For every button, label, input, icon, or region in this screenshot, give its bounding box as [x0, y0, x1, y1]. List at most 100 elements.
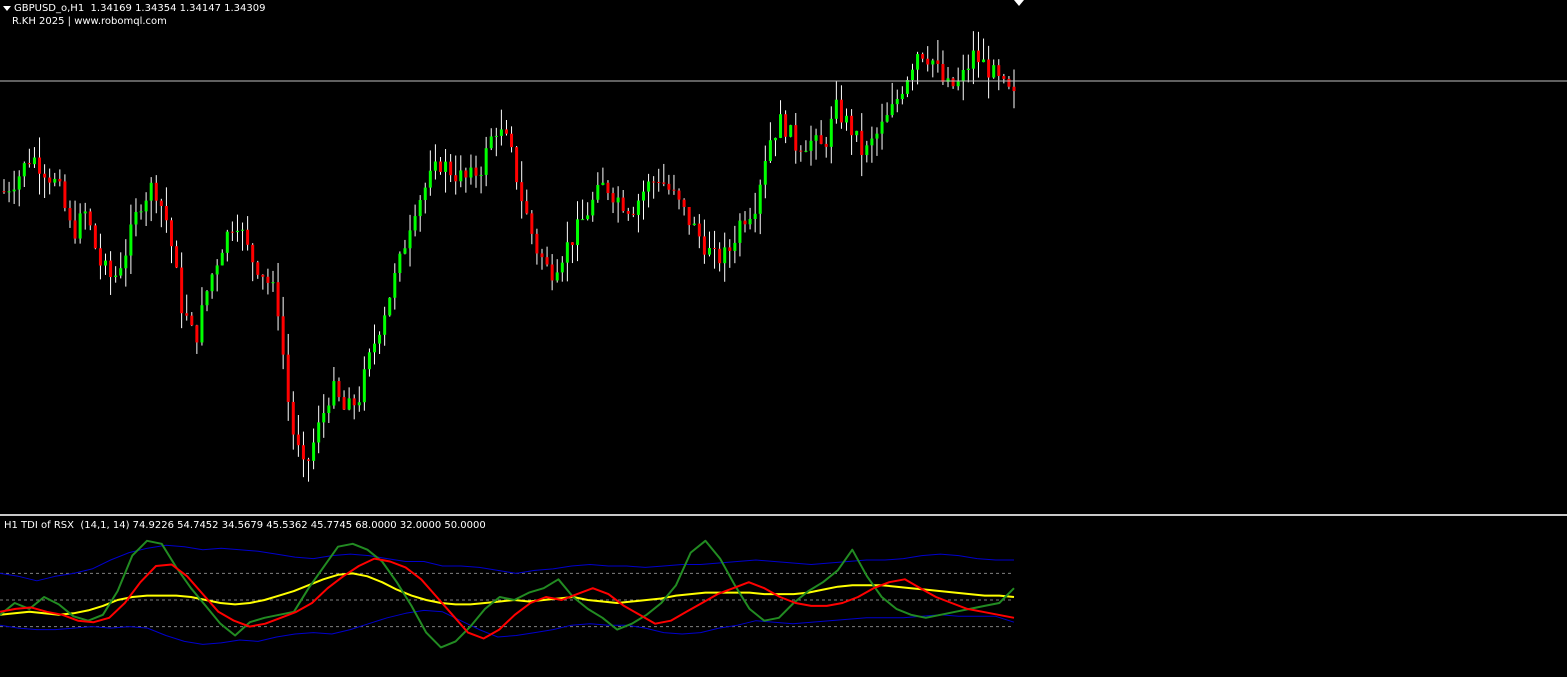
candle-body [880, 121, 884, 134]
candle-body [342, 397, 346, 410]
candle-body [444, 161, 448, 172]
candle-body [976, 50, 980, 63]
candle-body [631, 213, 635, 215]
candle-body [464, 170, 468, 178]
candle-body [322, 413, 326, 423]
tdi-indicator-chart [0, 539, 1015, 649]
candle-body [251, 244, 255, 263]
candle-body [312, 442, 316, 461]
candle-body [677, 190, 681, 200]
candle-body [88, 211, 92, 226]
candle-body [449, 161, 453, 176]
candle-body [606, 182, 610, 194]
candle-body [235, 230, 239, 233]
candle-body [494, 135, 498, 137]
candle-body [860, 130, 864, 156]
candle-body [393, 273, 397, 298]
candle-body [773, 137, 777, 141]
candle-body [180, 267, 184, 314]
candle-body [829, 118, 833, 147]
candle-body [327, 405, 331, 414]
candle-body [230, 231, 234, 233]
candle-body [560, 262, 564, 273]
candle-body [83, 211, 87, 214]
candle-body [109, 260, 113, 278]
candle-body [591, 199, 595, 216]
candle-body [555, 272, 559, 281]
candle-body [210, 274, 214, 292]
candle-body [1007, 78, 1011, 87]
candle-body [281, 316, 285, 355]
candle-body [672, 189, 676, 191]
candle-body [1012, 86, 1016, 92]
candle-body [78, 213, 82, 239]
candle-body [175, 246, 179, 268]
candle-body [383, 315, 387, 335]
collapse-triangle-icon[interactable] [3, 6, 11, 11]
candle-body [641, 191, 645, 201]
candle-body [398, 253, 402, 274]
candle-body [154, 182, 158, 201]
candle-body [114, 275, 118, 278]
candle-body [956, 81, 960, 87]
candle-body [73, 220, 77, 239]
candle-body [159, 200, 163, 207]
candle-body [63, 181, 67, 209]
candle-body [753, 213, 757, 220]
candle-body [540, 253, 544, 258]
candle-body [484, 148, 488, 175]
indicator-title: H1 TDI of RSX (14,1, 14) 74.9226 54.7452… [4, 520, 486, 531]
candle-body [520, 182, 524, 202]
candle-body [307, 459, 311, 461]
candle-body [362, 369, 366, 403]
candle-body [738, 220, 742, 243]
candle-body [134, 211, 138, 225]
candle-body [58, 178, 62, 182]
candle-body [885, 115, 889, 122]
candle-body [98, 248, 102, 266]
candle-body [286, 354, 290, 402]
candle-body [17, 176, 21, 190]
candle-body [317, 422, 321, 443]
candle-body [586, 215, 590, 220]
candle-body [38, 157, 42, 174]
candle-body [611, 193, 615, 203]
candle-body [164, 206, 168, 221]
candle-body [438, 161, 442, 172]
candle-body [890, 104, 894, 116]
candle-body [784, 114, 788, 137]
candle-body [987, 59, 991, 78]
watermark-text: R.KH 2025 | www.robomql.com [12, 16, 167, 27]
candle-body [301, 445, 305, 460]
candle-body [966, 68, 970, 70]
candle-body [93, 225, 97, 249]
candle-body [936, 60, 940, 64]
chart-window[interactable]: GBPUSD_o,H1 1.34169 1.34354 1.34147 1.34… [0, 0, 1567, 677]
candle-body [581, 219, 585, 221]
candle-body [926, 58, 930, 65]
candle-body [291, 401, 295, 435]
candle-body [266, 276, 270, 283]
candle-body [1002, 76, 1006, 79]
indicator-pane[interactable]: H1 TDI of RSX (14,1, 14) 74.9226 54.7452… [0, 516, 1567, 677]
candle-body [692, 223, 696, 226]
candle-body [144, 200, 148, 212]
price-chart-pane[interactable]: GBPUSD_o,H1 1.34169 1.34354 1.34147 1.34… [0, 0, 1567, 514]
candle-body [616, 197, 620, 203]
candle-body [870, 138, 874, 146]
candle-body [733, 242, 737, 251]
candle-body [388, 297, 392, 316]
candle-body [43, 173, 47, 178]
chart-shift-marker-icon[interactable] [1014, 0, 1024, 6]
candle-body [545, 257, 549, 265]
candle-body [241, 229, 245, 231]
candle-body [367, 352, 371, 370]
candle-body [961, 69, 965, 82]
candle-body [469, 167, 473, 178]
candle-body [378, 334, 382, 344]
candle-body [565, 242, 569, 263]
candle-body [652, 181, 656, 183]
upper-line [0, 544, 1014, 582]
candle-body [403, 248, 407, 254]
candle-body [951, 78, 955, 87]
